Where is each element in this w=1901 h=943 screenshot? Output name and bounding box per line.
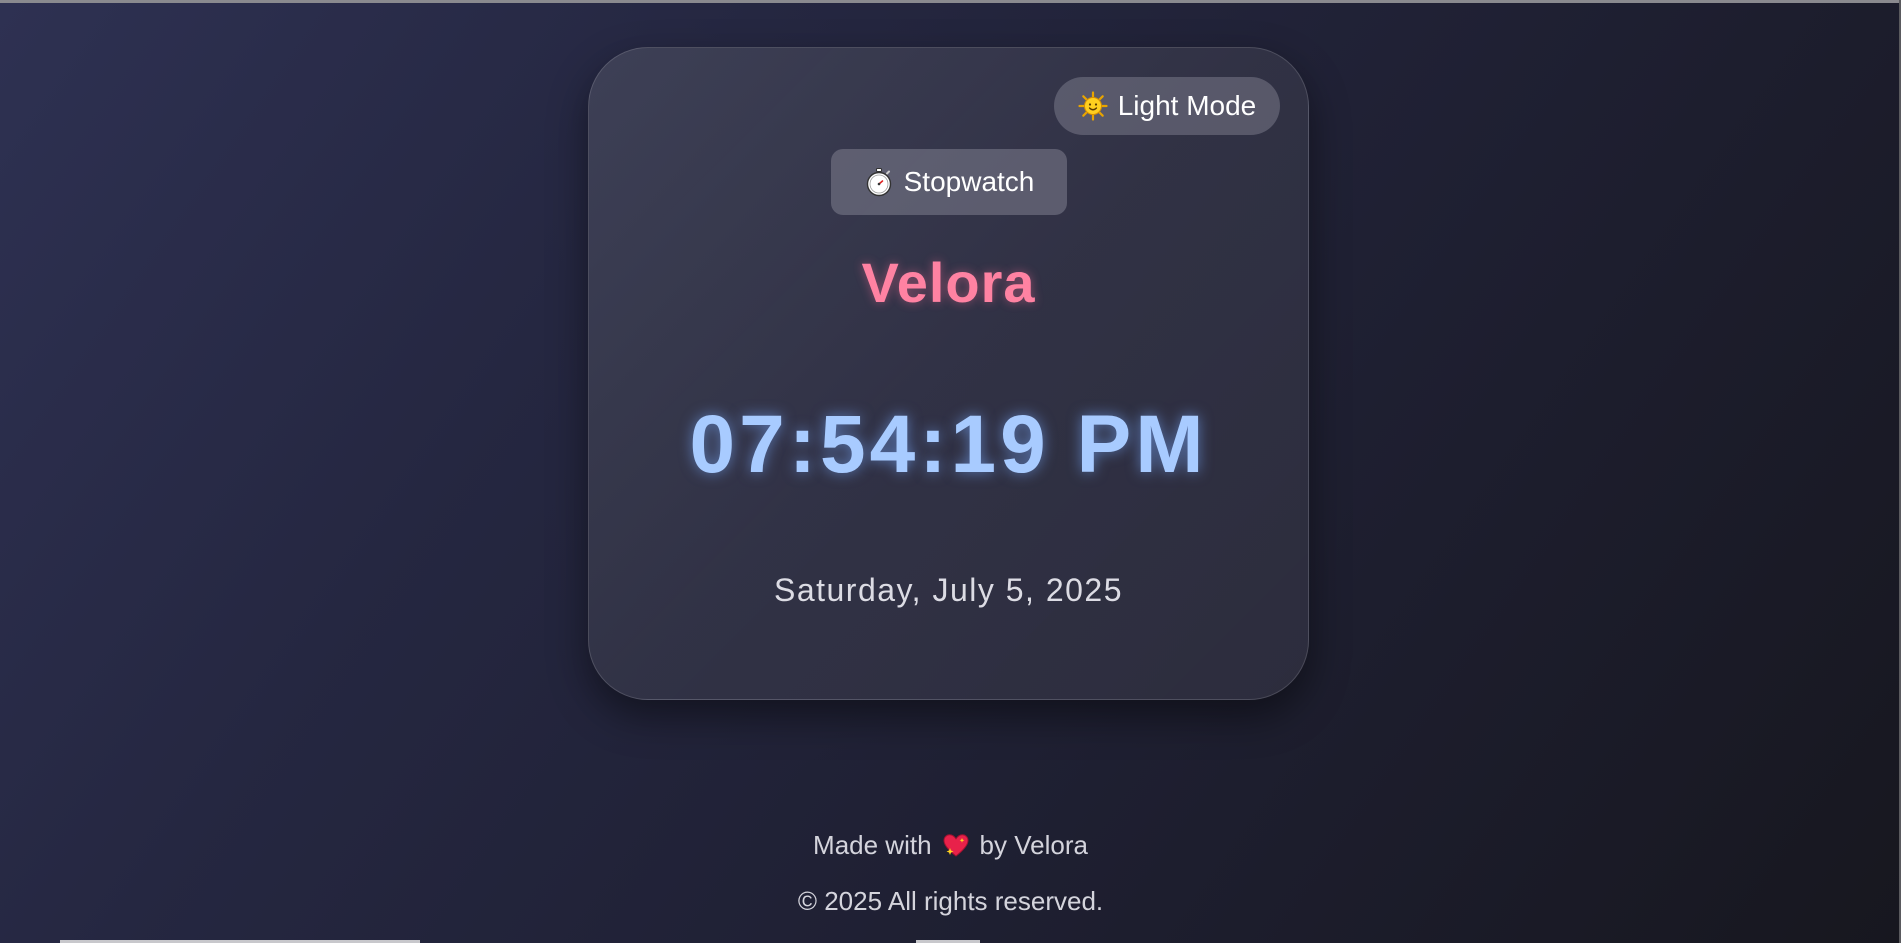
sparkling-heart-icon [942, 832, 970, 860]
brand-title: Velora [861, 251, 1036, 314]
stopwatch-button[interactable]: Stopwatch [831, 149, 1067, 215]
light-mode-toggle-button[interactable]: Light Mode [1054, 77, 1280, 135]
sun-icon [1078, 91, 1108, 121]
footer-made-suffix: by Velora [979, 830, 1088, 860]
light-mode-label: Light Mode [1117, 90, 1257, 121]
window-top-border [0, 0, 1901, 3]
stopwatch-icon [864, 167, 894, 197]
footer-made-with: Made with by Velora [0, 830, 1901, 861]
clock-time: 07:54:19 PM [689, 399, 1208, 490]
footer-made-prefix: Made with [813, 830, 932, 860]
stopwatch-label: Stopwatch [903, 166, 1035, 197]
footer-copyright: © 2025 All rights reserved. [797, 886, 1104, 916]
clock-date: Saturday, July 5, 2025 [773, 572, 1124, 608]
